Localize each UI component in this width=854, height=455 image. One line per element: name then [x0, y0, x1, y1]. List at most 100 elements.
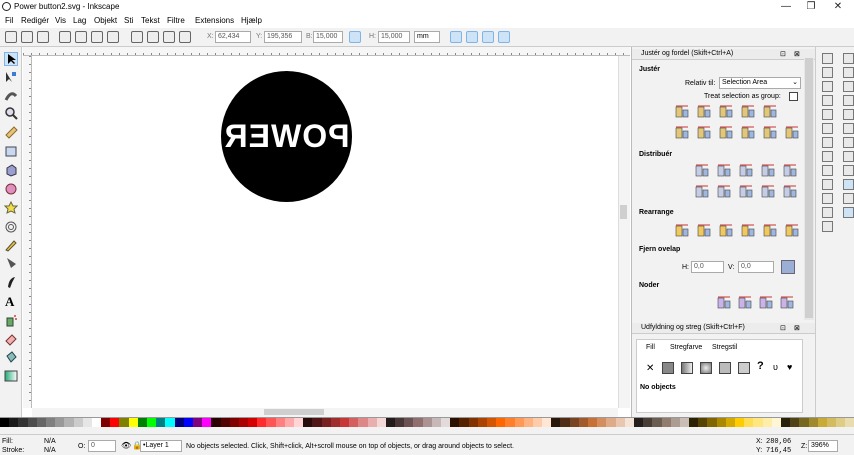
- align-left-edges-icon[interactable]: [697, 105, 711, 119]
- zoom-page-icon[interactable]: [843, 137, 854, 148]
- nodes-distribute-horizontal-icon[interactable]: [759, 296, 773, 310]
- panel-scroll-thumb[interactable]: [805, 58, 813, 318]
- menu-layer[interactable]: Lag: [73, 16, 86, 25]
- document-new-icon[interactable]: [822, 53, 833, 64]
- undo-icon[interactable]: [822, 95, 833, 106]
- center-horizontal-axis-icon[interactable]: [719, 126, 733, 140]
- exchange-clockwise-icon[interactable]: [719, 224, 733, 238]
- remove-overlap-icon[interactable]: [781, 260, 795, 274]
- randomize-positions-icon[interactable]: [741, 224, 755, 238]
- zoom-input[interactable]: 396%: [808, 440, 838, 452]
- distribute-bottom-icon[interactable]: [739, 185, 753, 199]
- xml-editor-icon[interactable]: [822, 207, 833, 218]
- raise-icon[interactable]: [163, 31, 175, 43]
- zoom-selection-icon[interactable]: [843, 123, 854, 134]
- mesh-gradient-icon[interactable]: [719, 362, 731, 374]
- fill-panel-iconify-icon[interactable]: ⊡: [780, 324, 786, 332]
- menu-filters[interactable]: Filtre: [167, 16, 185, 25]
- copy-icon[interactable]: [822, 109, 833, 120]
- cut-icon[interactable]: [843, 109, 854, 120]
- distribute-left-icon[interactable]: [695, 164, 709, 178]
- duplicate-icon[interactable]: [822, 151, 833, 162]
- layer-visibility-icon[interactable]: 👁: [121, 441, 131, 450]
- radial-gradient-icon[interactable]: [700, 362, 712, 374]
- align-right-edges-icon[interactable]: [741, 105, 755, 119]
- select-all-icon[interactable]: [5, 31, 17, 43]
- fill-stroke-icon[interactable]: [843, 179, 854, 190]
- measure-tool-icon[interactable]: [4, 125, 18, 139]
- raise-top-icon[interactable]: [179, 31, 191, 43]
- palette-scrollbar[interactable]: [0, 427, 854, 434]
- lock-icon[interactable]: [349, 31, 361, 43]
- preferences-icon[interactable]: [822, 221, 833, 232]
- unit-select[interactable]: mm: [414, 31, 440, 43]
- lower-bottom-icon[interactable]: [131, 31, 143, 43]
- power-button-circle[interactable]: POWER: [221, 71, 352, 202]
- lower-icon[interactable]: [147, 31, 159, 43]
- minimize-button[interactable]: —: [772, 0, 800, 13]
- paint-bucket-tool-icon[interactable]: [4, 350, 18, 364]
- panel-iconify-icon[interactable]: ⊡: [780, 50, 786, 58]
- nodes-align-horizontal-icon[interactable]: [717, 296, 731, 310]
- canvas-vertical-scrollbar[interactable]: [618, 56, 630, 408]
- width-input[interactable]: 15,000: [313, 31, 343, 43]
- height-input[interactable]: 15,000: [378, 31, 410, 43]
- flat-color-icon[interactable]: [662, 362, 674, 374]
- menu-file[interactable]: Fil: [5, 16, 13, 25]
- stroke-indicator-value[interactable]: N/A: [44, 447, 56, 454]
- group-icon[interactable]: [843, 165, 854, 176]
- align-baseline-icon[interactable]: [785, 126, 799, 140]
- nodes-align-vertical-icon[interactable]: [738, 296, 752, 310]
- rectangle-tool-icon[interactable]: [4, 144, 18, 158]
- menu-edit[interactable]: Redigér: [21, 16, 49, 25]
- node-tool-icon[interactable]: [4, 70, 18, 84]
- distribute-gaps-v-icon[interactable]: [761, 185, 775, 199]
- exchange-positions-icon[interactable]: [675, 224, 689, 238]
- distribute-gaps-h-icon[interactable]: [761, 164, 775, 178]
- spray-tool-icon[interactable]: [4, 313, 18, 327]
- import-icon[interactable]: [822, 81, 833, 92]
- flip-horizontal-icon[interactable]: [91, 31, 103, 43]
- transform-gradient-icon[interactable]: [482, 31, 494, 43]
- unlink-clone-icon[interactable]: [822, 165, 833, 176]
- pen-tool-icon[interactable]: [4, 256, 18, 270]
- unclump-icon[interactable]: [763, 224, 777, 238]
- select-all-layers-icon[interactable]: [21, 31, 33, 43]
- zoom-tool-icon[interactable]: [4, 106, 18, 120]
- ungroup-icon[interactable]: [822, 179, 833, 190]
- document-save-icon[interactable]: [822, 67, 833, 78]
- distribute-center-h-icon[interactable]: [717, 164, 731, 178]
- gradient-tool-icon[interactable]: [4, 369, 18, 383]
- ellipse-tool-icon[interactable]: [4, 182, 18, 196]
- star-tool-icon[interactable]: [3, 200, 19, 215]
- menu-extensions[interactable]: Extensions: [195, 16, 234, 25]
- text-tool-icon[interactable]: A: [4, 294, 18, 309]
- panel-close-icon[interactable]: ⊠: [794, 50, 800, 58]
- align-right-to-left-icon[interactable]: [675, 105, 689, 119]
- fill-panel-close-icon[interactable]: ⊠: [794, 324, 800, 332]
- y-input[interactable]: 195,356: [264, 31, 302, 43]
- calligraphy-tool-icon[interactable]: [4, 275, 18, 289]
- color-palette[interactable]: [0, 417, 854, 428]
- overlap-v-input[interactable]: 0,0: [738, 261, 774, 273]
- deselect-icon[interactable]: [37, 31, 49, 43]
- distribute-right-icon[interactable]: [739, 164, 753, 178]
- scale-corners-icon[interactable]: [466, 31, 478, 43]
- spiral-tool-icon[interactable]: [4, 220, 18, 234]
- tab-stroke-paint[interactable]: Stregfarve: [670, 344, 702, 351]
- rotate-ccw-icon[interactable]: [59, 31, 71, 43]
- fill-rule-nonzero-icon[interactable]: ♥: [787, 362, 792, 372]
- scale-stroke-icon[interactable]: [450, 31, 462, 43]
- redo-icon[interactable]: [843, 95, 854, 106]
- box3d-tool-icon[interactable]: [4, 163, 18, 177]
- layer-select[interactable]: •Layer 1: [140, 440, 182, 452]
- align-bottom-edges-icon[interactable]: [741, 126, 755, 140]
- selector-tool-icon[interactable]: [4, 52, 18, 66]
- transform-pattern-icon[interactable]: [498, 31, 510, 43]
- canvas-horizontal-scrollbar[interactable]: [32, 408, 618, 417]
- rotate-cw-icon[interactable]: [75, 31, 87, 43]
- tab-fill[interactable]: Fill: [646, 344, 655, 351]
- fill-rule-evenodd-icon[interactable]: υ: [773, 362, 778, 372]
- close-button[interactable]: ✕: [824, 0, 852, 13]
- distribute-center-v-icon[interactable]: [717, 185, 731, 199]
